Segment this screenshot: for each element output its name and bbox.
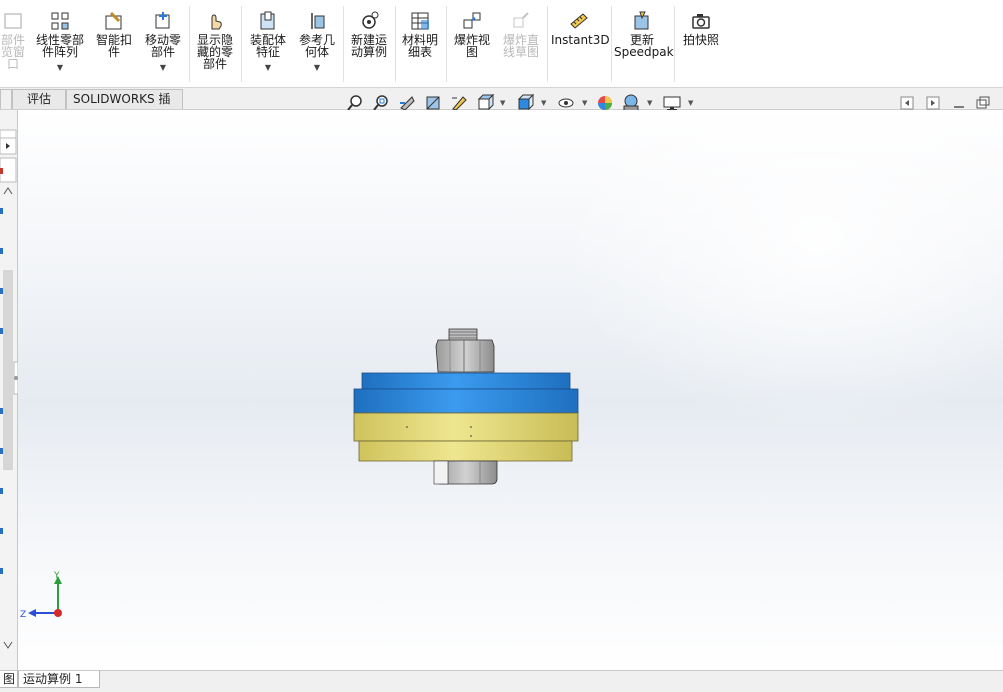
ribbon-separator	[395, 6, 396, 82]
reference-geometry-label: 参考几 何体	[298, 33, 335, 59]
new-motion-study-label: 新建运 动算例	[350, 33, 387, 59]
move-component-button[interactable]: 移动零 部件 ▼	[141, 10, 185, 74]
linear-component-pattern-button[interactable]: 线性零部 件阵列 ▼	[32, 10, 88, 74]
command-manager-ribbon: 部件 览窗 口 线性零部 件阵列 ▼ 智能扣 件 移动零 部件 ▼ 显示隐 藏的…	[0, 0, 1003, 88]
chevron-down-icon[interactable]: ▼	[295, 62, 339, 74]
chevron-down-icon[interactable]: ▼	[688, 99, 693, 107]
instant3d-button[interactable]: Instant3D	[551, 10, 610, 47]
chevron-down-icon[interactable]: ▼	[647, 99, 652, 107]
assembly-features-label: 装配体 特征	[249, 33, 286, 59]
triad-z-label: Z	[20, 610, 26, 620]
triad-y-label: Y	[53, 571, 60, 581]
move-component-icon	[155, 12, 170, 29]
bolt-thread[interactable]	[448, 328, 478, 342]
chevron-down-icon[interactable]: ▼	[141, 62, 185, 74]
chevron-down-icon[interactable]: ▼	[246, 62, 290, 74]
update-speedpak-button[interactable]: 更新 Speedpak	[614, 10, 674, 59]
show-hidden-label: 显示隐 藏的零 部件	[196, 33, 233, 71]
instant3d-label: Instant3D	[551, 33, 610, 47]
camera-icon	[692, 14, 710, 29]
explode-line-icon	[513, 12, 529, 28]
motion-gear-icon	[362, 11, 379, 29]
reference-geometry-button[interactable]: 参考几 何体 ▼	[295, 10, 339, 74]
speedpak-icon	[634, 11, 649, 30]
assembly-feature-icon	[260, 11, 275, 30]
yellow-plate-upper[interactable]	[353, 412, 579, 442]
tab-motion-study-1[interactable]: 运动算例 1	[18, 671, 100, 688]
bottom-tab-bar: 图 运动算例 1	[0, 670, 1003, 692]
ribbon-separator	[611, 6, 612, 82]
linear-pattern-label: 线性零部 件阵列	[35, 33, 84, 59]
part-preview-button[interactable]: 部件 览窗 口	[0, 10, 26, 70]
top-hex-nut[interactable]	[435, 339, 495, 373]
assembly-features-button[interactable]: 装配体 特征 ▼	[246, 10, 290, 74]
feature-tree-strip	[0, 129, 19, 649]
model-assembly[interactable]: Y Z	[18, 110, 1003, 670]
part-preview-label: 部件 览窗 口	[0, 33, 25, 71]
chevron-down-icon[interactable]: ▼	[541, 99, 546, 107]
explode-line-label: 爆炸直 线草图	[502, 33, 539, 59]
exploded-view-label: 爆炸视 图	[453, 33, 490, 59]
feature-manager-pane	[0, 110, 19, 670]
bom-label: 材料明 细表	[401, 33, 438, 59]
bottom-hex-nut[interactable]	[433, 460, 498, 485]
coordinate-triad: Y Z	[20, 571, 62, 620]
tab-overflow[interactable]	[0, 89, 12, 109]
ribbon-separator	[343, 6, 344, 82]
preview-window-icon	[4, 13, 22, 29]
ruler-icon	[570, 13, 588, 29]
snapshot-label: 拍快照	[682, 33, 719, 47]
exploded-view-icon	[463, 12, 481, 29]
hand-pointer-icon	[211, 14, 222, 30]
ribbon-separator	[189, 6, 190, 82]
smart-fasteners-button[interactable]: 智能扣 件	[92, 10, 136, 58]
take-snapshot-button[interactable]: 拍快照	[678, 10, 724, 46]
show-hidden-components-button[interactable]: 显示隐 藏的零 部件	[193, 10, 237, 70]
chevron-down-icon[interactable]: ▼	[32, 62, 88, 74]
reference-geometry-icon	[311, 13, 325, 29]
ribbon-separator	[241, 6, 242, 82]
explode-line-sketch-button[interactable]: 爆炸直 线草图	[498, 10, 544, 58]
tab-solidworks-addins[interactable]: SOLIDWORKS 插件	[66, 89, 183, 125]
tab-evaluate[interactable]: 评估	[12, 89, 66, 109]
smart-fasteners-label: 智能扣 件	[95, 33, 132, 59]
tab-model[interactable]: 图	[0, 671, 18, 688]
graphics-area[interactable]: Y Z	[18, 110, 1003, 670]
linear-pattern-icon	[51, 12, 69, 30]
smart-fastener-icon	[105, 11, 122, 30]
table-icon	[411, 12, 429, 30]
new-motion-study-button[interactable]: 新建运 动算例	[346, 10, 392, 58]
update-speedpak-label: 更新 Speedpak	[614, 33, 674, 59]
bill-of-materials-button[interactable]: 材料明 细表	[398, 10, 442, 58]
exploded-view-button[interactable]: 爆炸视 图	[450, 10, 494, 58]
chevron-down-icon[interactable]: ▼	[582, 99, 587, 107]
chevron-down-icon[interactable]: ▼	[500, 99, 505, 107]
blue-plate-upper[interactable]	[361, 372, 571, 390]
ribbon-separator	[674, 6, 675, 82]
move-component-label: 移动零 部件	[144, 33, 181, 59]
blue-plate-lower[interactable]	[353, 388, 579, 414]
ribbon-separator	[446, 6, 447, 82]
ribbon-separator	[547, 6, 548, 82]
